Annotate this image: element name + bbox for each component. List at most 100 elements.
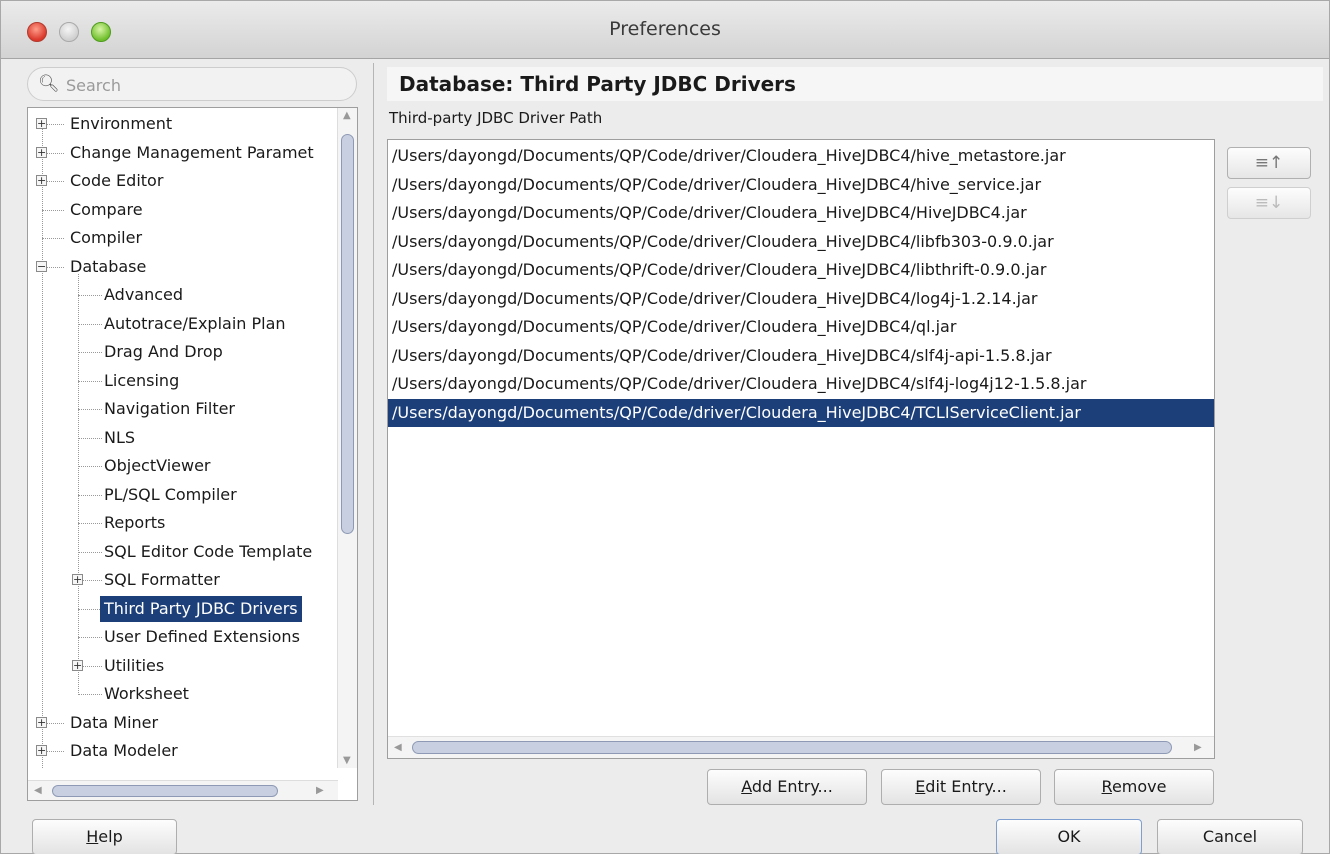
tree-item-label: Database	[70, 256, 147, 276]
tree-guide-line	[42, 238, 64, 239]
help-button[interactable]: Help	[32, 819, 177, 854]
expand-icon[interactable]: +	[36, 716, 47, 728]
tree-item-label: Change Management Paramet	[70, 142, 314, 162]
tree-guide-line	[78, 323, 102, 325]
tree-item-label: Compiler	[70, 228, 143, 247]
title-bar: Preferences	[1, 1, 1329, 59]
move-up-icon: ≡↑	[1254, 153, 1284, 173]
driver-path-row[interactable]: /Users/dayongd/Documents/QP/Code/driver/…	[390, 228, 1212, 256]
tree-guide-line	[78, 608, 102, 610]
preferences-tree: + Environment + Change Management Paramet + C…	[27, 107, 358, 801]
window-title: Preferences	[609, 18, 721, 40]
tree-item-label: Data Miner	[70, 712, 159, 732]
tree-item-label: User Defined Extensions	[104, 627, 300, 646]
help-mnemonic: H	[86, 827, 99, 846]
tree-guide-line	[78, 380, 102, 382]
tree-item-label: ObjectViewer	[104, 456, 211, 475]
tree-vertical-scrollbar[interactable]: ▲ ▼	[337, 108, 357, 768]
tree-guide-line	[78, 494, 102, 496]
driver-path-row[interactable]: /Users/dayongd/Documents/QP/Code/driver/…	[390, 285, 1212, 313]
expand-icon[interactable]: +	[36, 175, 47, 186]
panel-title: Database: Third Party JDBC Drivers	[387, 67, 1323, 101]
driver-path-label: Third-party JDBC Driver Path	[389, 109, 603, 127]
tree-item-label: Worksheet	[104, 684, 189, 703]
tree-content: + Environment + Change Management Paramet + C…	[28, 108, 338, 768]
edit-entry-mnemonic: E	[915, 777, 926, 796]
tree-item-label: NLS	[104, 427, 136, 447]
driver-path-row[interactable]: /Users/dayongd/Documents/QP/Code/driver/…	[390, 171, 1212, 199]
expand-icon[interactable]: +	[36, 146, 47, 158]
edit-entry-button[interactable]: Edit Entry...	[881, 769, 1041, 805]
tree-item-label: Compare	[70, 199, 143, 219]
ok-button[interactable]: OK	[996, 819, 1142, 854]
move-down-button[interactable]: ≡↓	[1227, 187, 1311, 219]
tree-item-label: Reports	[104, 513, 166, 532]
tree-horizontal-scroll-thumb[interactable]	[52, 785, 278, 797]
expand-icon[interactable]: +	[36, 745, 47, 756]
tree-horizontal-scrollbar[interactable]: ◀ ▶	[28, 780, 338, 800]
driver-path-row[interactable]: /Users/dayongd/Documents/QP/Code/driver/…	[390, 256, 1212, 284]
scroll-left-arrow-icon[interactable]: ◀	[34, 785, 42, 796]
tree-item-label: Advanced	[104, 285, 184, 304]
move-up-button[interactable]: ≡↑	[1227, 147, 1311, 179]
driver-path-row[interactable]: /Users/dayongd/Documents/QP/Code/driver/…	[390, 142, 1212, 170]
tree-guide-line	[42, 209, 64, 211]
tree-item-label: Debugger	[66, 767, 153, 769]
tree-item-label: Drag And Drop	[104, 342, 223, 361]
driver-path-row[interactable]: /Users/dayongd/Documents/QP/Code/driver/…	[390, 342, 1212, 370]
scroll-down-arrow-icon[interactable]: ▼	[343, 755, 351, 766]
scroll-right-arrow-icon[interactable]: ▶	[316, 785, 324, 796]
search-input[interactable]	[66, 74, 346, 96]
tree-item-label: SQL Formatter	[104, 570, 220, 589]
tree-guide-line	[78, 551, 102, 553]
tree-guide-line	[78, 637, 102, 638]
tree-guide-line	[78, 466, 102, 467]
driver-path-row[interactable]: /Users/dayongd/Documents/QP/Code/driver/…	[390, 370, 1212, 398]
move-down-icon: ≡↓	[1254, 193, 1284, 213]
edit-entry-label: dit Entry...	[925, 777, 1007, 796]
tree-item-label: Utilities	[104, 655, 165, 675]
search-icon: 🔍︎	[38, 74, 60, 94]
driver-path-row[interactable]: /Users/dayongd/Documents/QP/Code/driver/…	[390, 199, 1212, 227]
tree-item-label: Licensing	[104, 370, 180, 390]
expand-icon[interactable]: +	[72, 574, 83, 585]
list-horizontal-scroll-thumb[interactable]	[412, 741, 1172, 754]
tree-item-label: Navigation Filter	[104, 399, 236, 418]
tree-guide-line	[78, 523, 102, 524]
list-horizontal-scrollbar[interactable]: ◀ ▶	[388, 736, 1214, 758]
tree-guide-line	[42, 118, 43, 768]
tree-item-label: Code Editor	[70, 171, 164, 190]
tree-guide-line	[78, 295, 102, 296]
tree-guide-line	[78, 694, 102, 695]
tree-guide-line	[78, 273, 79, 695]
tree-item-label: PL/SQL Compiler	[104, 484, 237, 504]
preferences-window: Preferences 🔍︎ + Environment + Change Manag…	[0, 0, 1330, 854]
remove-mnemonic: R	[1101, 777, 1112, 796]
tree-item-label: Data Modeler	[70, 741, 178, 760]
scroll-right-arrow-icon[interactable]: ▶	[1194, 742, 1202, 753]
help-label: elp	[98, 827, 123, 846]
driver-path-row[interactable]: /Users/dayongd/Documents/QP/Code/driver/…	[390, 313, 1212, 341]
driver-path-list: /Users/dayongd/Documents/QP/Code/driver/…	[387, 139, 1215, 759]
tree-vertical-scroll-thumb[interactable]	[341, 134, 354, 534]
add-entry-label: dd Entry...	[751, 777, 833, 796]
collapse-icon[interactable]: −	[36, 260, 47, 272]
expand-icon[interactable]: +	[36, 118, 47, 129]
remove-label: emove	[1111, 777, 1167, 796]
add-entry-button[interactable]: Add Entry...	[707, 769, 867, 805]
tree-item-label: Third Party JDBC Drivers	[100, 595, 302, 622]
tree-guide-line	[78, 437, 102, 439]
tree-item-label: SQL Editor Code Template	[104, 541, 313, 561]
expand-icon[interactable]: +	[72, 659, 83, 671]
add-entry-mnemonic: A	[741, 777, 752, 796]
tree-item-label: Autotrace/Explain Plan	[104, 313, 286, 333]
scroll-up-arrow-icon[interactable]: ▲	[343, 110, 351, 121]
scroll-left-arrow-icon[interactable]: ◀	[394, 742, 402, 753]
split-pane-divider[interactable]	[373, 63, 374, 805]
remove-button[interactable]: Remove	[1054, 769, 1214, 805]
tree-guide-line	[78, 352, 102, 353]
driver-path-row[interactable]: /Users/dayongd/Documents/QP/Code/driver/…	[388, 398, 1214, 427]
cancel-button[interactable]: Cancel	[1157, 819, 1303, 854]
search-field[interactable]: 🔍︎	[27, 67, 357, 101]
tree-guide-line	[78, 409, 102, 410]
